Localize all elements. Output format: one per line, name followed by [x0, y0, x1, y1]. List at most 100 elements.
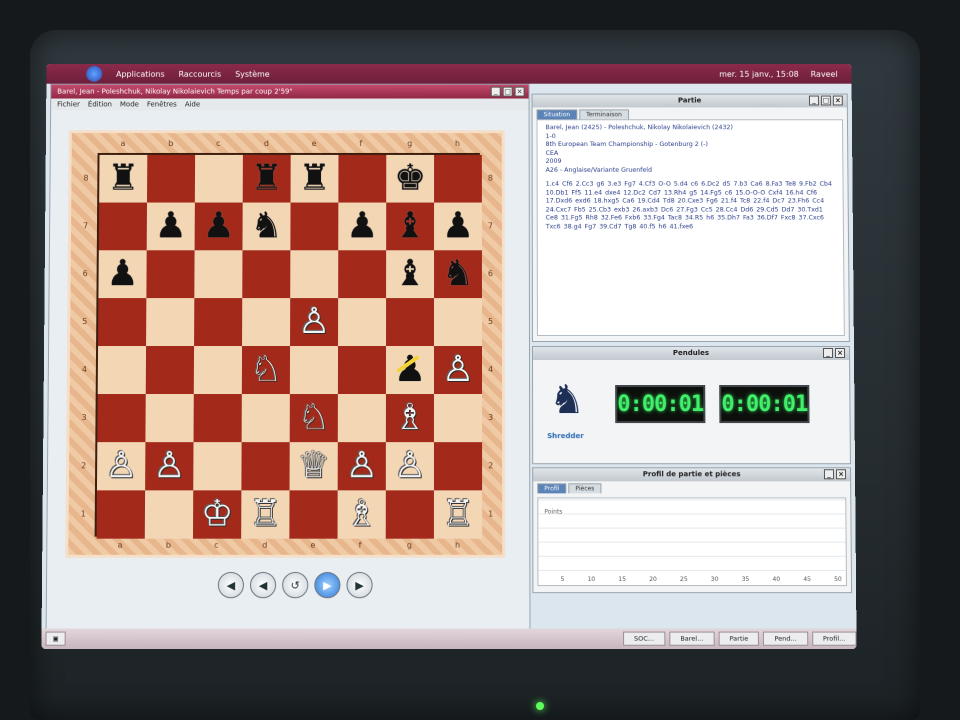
square-g5[interactable]	[386, 298, 435, 347]
square-e7[interactable]	[290, 202, 339, 251]
game-notation[interactable]: Barel, Jean (2425) - Poleshchuk, Nikolay…	[536, 119, 845, 337]
square-e6[interactable]	[290, 250, 339, 299]
square-a8[interactable]: ♜	[99, 154, 148, 203]
minimize-button[interactable]: _	[490, 86, 501, 97]
square-b4[interactable]	[145, 346, 195, 395]
partie-titlebar[interactable]: Partie _ □ ×	[532, 94, 847, 108]
square-f1[interactable]: ♗	[337, 490, 386, 539]
square-d3[interactable]	[241, 394, 290, 443]
square-e5[interactable]: ♙	[290, 298, 339, 347]
square-d8[interactable]: ♜	[242, 154, 291, 203]
taskbar-item[interactable]: Partie	[718, 631, 760, 646]
black-piece[interactable]: ♜	[107, 158, 139, 199]
taskbar-item[interactable]: Barel...	[669, 631, 715, 646]
maximize-button[interactable]: □	[820, 95, 831, 106]
square-d2[interactable]	[241, 442, 290, 491]
tab-situation[interactable]: Situation	[536, 109, 578, 120]
square-d6[interactable]	[242, 250, 291, 299]
square-c2[interactable]	[193, 442, 242, 491]
square-h1[interactable]: ♖	[433, 490, 483, 539]
taskbar-item[interactable]: Pend...	[763, 631, 808, 646]
close-button[interactable]: ×	[834, 348, 846, 358]
square-g1[interactable]	[385, 490, 434, 539]
square-d1[interactable]: ♖	[241, 490, 290, 539]
square-g8[interactable]: ♚	[386, 154, 435, 203]
menu-raccourcis[interactable]: Raccourcis	[179, 69, 222, 78]
black-piece[interactable]: ♝	[394, 206, 426, 247]
square-a7[interactable]	[98, 202, 148, 251]
square-d4[interactable]: ♘	[241, 346, 291, 395]
black-piece[interactable]: ♞	[442, 253, 474, 294]
menu-applications[interactable]: Applications	[116, 69, 165, 78]
black-piece[interactable]: ♟	[202, 206, 234, 247]
chess-window-titlebar[interactable]: Barel, Jean - Poleshchuk, Nikolay Nikola…	[51, 84, 529, 99]
square-f4[interactable]	[337, 346, 387, 395]
menu-systeme[interactable]: Système	[235, 69, 270, 78]
square-c5[interactable]	[194, 298, 243, 347]
minimize-button[interactable]: _	[808, 95, 819, 106]
square-a2[interactable]: ♙	[96, 442, 146, 491]
square-b8[interactable]	[147, 154, 196, 203]
black-piece[interactable]: ♟	[155, 206, 187, 247]
white-piece[interactable]: ♙	[298, 301, 330, 342]
square-e3[interactable]: ♘	[289, 394, 338, 443]
black-piece[interactable]: ♞	[250, 206, 282, 247]
square-h4[interactable]: ♙	[433, 346, 483, 395]
tab-profil[interactable]: Profil	[537, 483, 567, 494]
white-piece[interactable]: ♗	[345, 493, 377, 534]
profil-titlebar[interactable]: Profil de partie et pièces _ ×	[533, 468, 851, 482]
next-move-button[interactable]: ▶	[346, 571, 373, 599]
square-f8[interactable]	[338, 154, 387, 203]
square-c8[interactable]	[194, 154, 243, 203]
white-piece[interactable]: ♙	[153, 445, 186, 486]
square-h5[interactable]	[434, 298, 482, 347]
menu-mode[interactable]: Mode	[120, 99, 139, 111]
minimize-button[interactable]: _	[823, 469, 835, 480]
maximize-button[interactable]: □	[502, 86, 513, 97]
white-piece[interactable]: ♔	[201, 493, 234, 534]
square-f2[interactable]: ♙	[337, 442, 386, 491]
white-piece[interactable]: ♕	[297, 445, 329, 486]
square-d7[interactable]: ♞	[242, 202, 291, 251]
menu-aide[interactable]: Aide	[185, 99, 200, 111]
taskbar-item[interactable]: SOC...	[622, 631, 666, 646]
square-a1[interactable]	[96, 490, 146, 539]
square-e8[interactable]: ♜	[290, 154, 339, 203]
square-c3[interactable]	[193, 394, 242, 443]
black-piece[interactable]: ♜	[298, 158, 330, 199]
panel-clock[interactable]: mer. 15 janv., 15:08	[719, 69, 799, 78]
square-c4[interactable]	[193, 346, 243, 395]
square-g4[interactable]: ♟	[385, 346, 435, 395]
close-button[interactable]: ×	[835, 469, 847, 480]
black-piece[interactable]: ♟	[106, 253, 139, 294]
tab-terminaison[interactable]: Terminaison	[579, 109, 629, 120]
close-button[interactable]: ×	[832, 95, 843, 106]
square-a3[interactable]	[97, 394, 146, 443]
square-c1[interactable]: ♔	[192, 490, 242, 539]
chess-board[interactable]: ♜ ♜ ♜ ♚ ♟ ♟ ♞ ♟ ♝ ♟ ♟ ♝ ♞ ♙ ♘ ♟ ♙ ♘ ♗ ♙ ♙ ♕ ♙ ♙ ♔ ♖ ♗ ♖	[94, 152, 483, 539]
white-piece[interactable]: ♙	[105, 445, 138, 486]
menu-fichier[interactable]: Fichier	[57, 99, 80, 111]
square-d5[interactable]	[242, 298, 291, 347]
square-b3[interactable]	[145, 394, 194, 443]
pendules-titlebar[interactable]: Pendules _ ×	[532, 347, 850, 360]
square-g2[interactable]: ♙	[385, 442, 434, 491]
black-piece[interactable]: ♜	[251, 158, 283, 199]
square-h3[interactable]	[433, 394, 483, 443]
square-g7[interactable]: ♝	[386, 202, 435, 251]
panel-user[interactable]: Raveel	[811, 69, 838, 78]
white-piece[interactable]: ♖	[249, 493, 282, 534]
minimize-button[interactable]: _	[822, 348, 834, 358]
square-b7[interactable]: ♟	[146, 202, 195, 251]
square-b1[interactable]	[144, 490, 194, 539]
white-piece[interactable]: ♖	[442, 493, 474, 534]
menu-edition[interactable]: Édition	[88, 99, 112, 111]
square-b5[interactable]	[146, 298, 195, 347]
square-f5[interactable]	[338, 298, 387, 347]
square-h2[interactable]	[433, 442, 483, 491]
square-c7[interactable]: ♟	[194, 202, 243, 251]
square-c6[interactable]	[194, 250, 243, 299]
square-e2[interactable]: ♕	[289, 442, 338, 491]
show-desktop-icon[interactable]: ▣	[45, 631, 66, 646]
black-piece[interactable]: ♝	[394, 253, 426, 294]
